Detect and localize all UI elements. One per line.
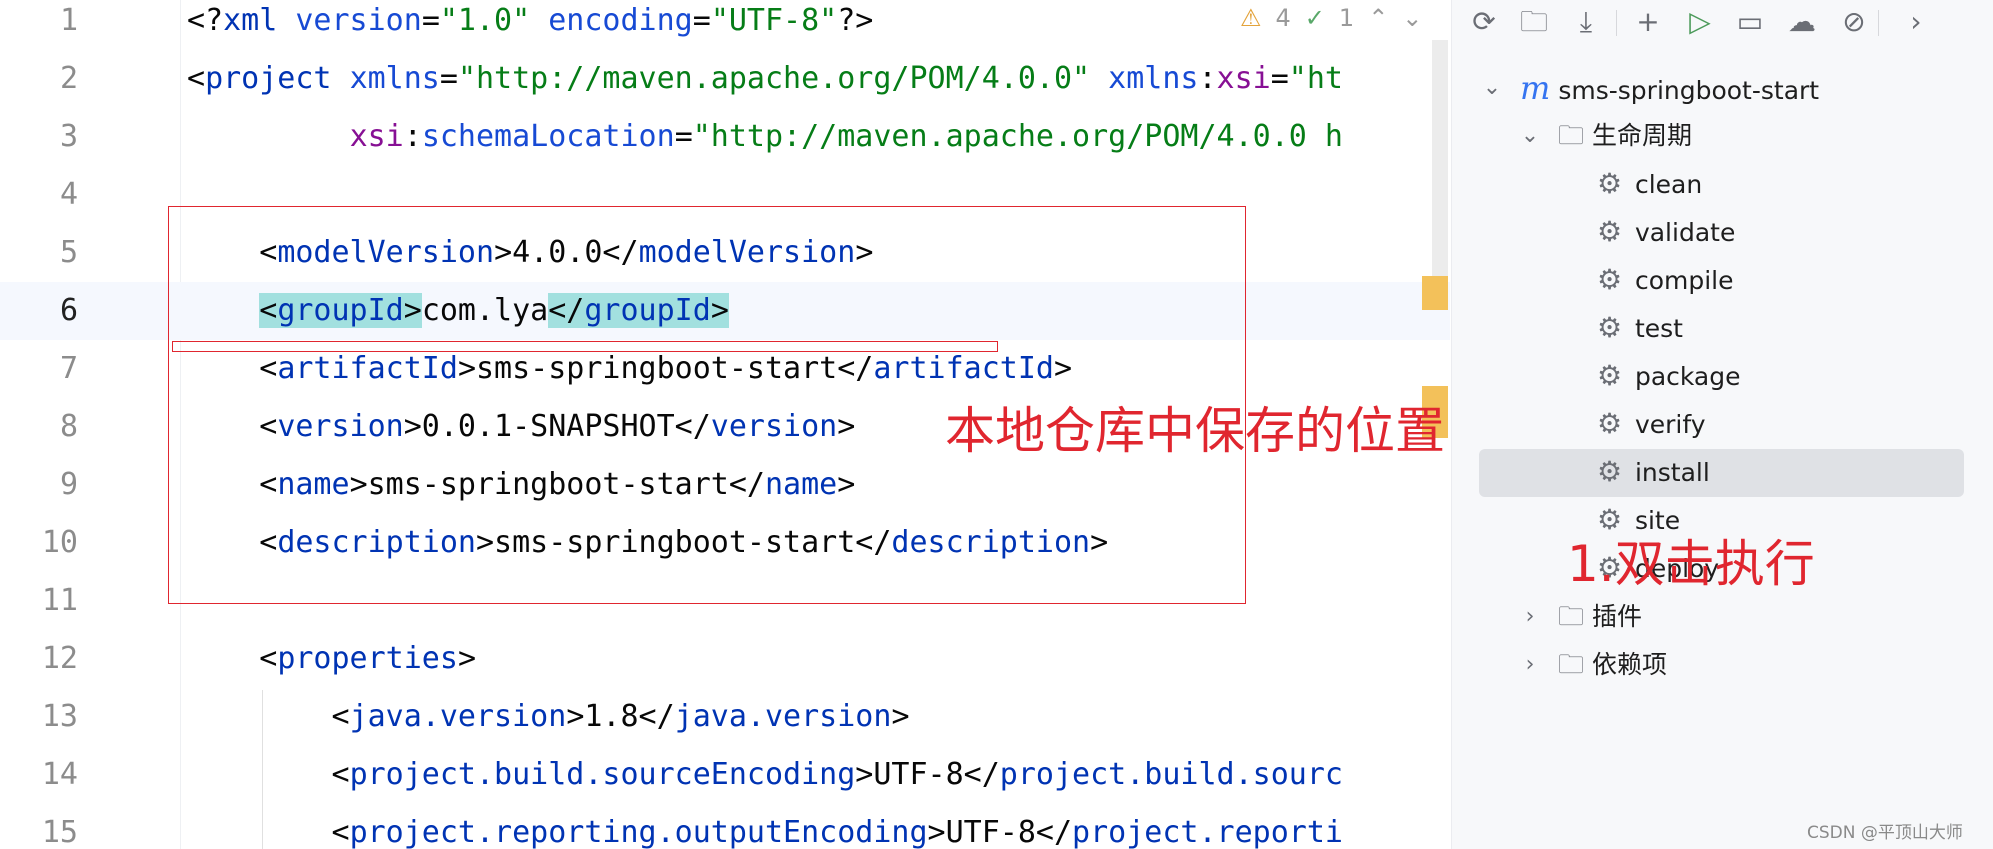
goal-compile[interactable]: ⚙ compile [1597,258,1733,302]
code-line[interactable]: 2 <project xmlns="http://maven.apache.org… [0,50,1450,108]
inspection-widget[interactable]: ⚠ 4 ✓ 1 ⌃ ⌄ [1240,0,1422,36]
goal-validate[interactable]: ⚙ validate [1597,210,1735,254]
goal-verify[interactable]: ⚙ verify [1597,402,1706,446]
add-icon[interactable]: + [1630,4,1666,40]
code-text: <?xml version="1.0" encoding="UTF-8"?> [187,3,874,38]
plugins-label: 插件 [1592,602,1643,631]
annotation-repo-location: 本地仓库中保存的位置 [945,402,1445,460]
chevron-right-icon[interactable]: › [1520,595,1540,639]
line-number: 10 [41,525,78,560]
code-line[interactable]: 14 <project.build.sourceEncoding>UTF-8</… [0,746,1450,804]
goal-test[interactable]: ⚙ test [1597,306,1683,350]
warning-marker[interactable] [1422,276,1448,310]
warning-count: 4 [1275,4,1291,32]
maven-icon: m [1520,69,1551,107]
code-text: xsi:schemaLocation="http://maven.apache.… [349,119,1343,154]
gear-icon: ⚙ [1597,455,1623,488]
generate-sources-icon[interactable]: 🗀 [1516,4,1552,40]
offline-mode-icon[interactable]: ☁ [1784,4,1820,40]
watermark: CSDN @平顶山大师 [1807,823,1963,843]
selected-row-highlight [1479,449,1964,497]
line-number: 5 [59,235,78,270]
line-number: 12 [41,641,78,676]
toolbar-separator [1878,10,1879,36]
line-number: 2 [59,61,78,96]
goal-label: compile [1627,266,1734,295]
reload-icon[interactable]: ⟳ [1466,4,1502,40]
execute-goal-icon[interactable]: ▭ [1732,4,1768,40]
annotation-double-click: 1.双击执行 [1567,535,1815,593]
goal-label: test [1627,314,1683,343]
warning-triangle-icon: ⚠ [1240,4,1262,32]
goal-install[interactable]: ⚙ install [1597,450,1710,494]
chevron-down-icon[interactable]: ⌄ [1520,114,1540,158]
goal-label: clean [1627,170,1703,199]
line-number: 11 [41,583,78,618]
gear-icon: ⚙ [1597,407,1623,440]
indent-guide [262,690,263,849]
maven-toolbar: ⟳ 🗀 ⤓ + ▷ ▭ ☁ ⊘ › [1452,0,1993,44]
code-text: <project xmlns="http://maven.apache.org/… [187,61,1343,96]
lifecycle-label: 生命周期 [1592,121,1693,150]
code-text: <project.build.sourceEncoding>UTF-8</pro… [187,757,1343,792]
previous-highlight-icon[interactable]: ⌃ [1368,4,1388,32]
line-number: 14 [41,757,78,792]
code-line[interactable]: 12 <properties> [0,630,1450,688]
gear-icon: ⚙ [1597,359,1623,392]
more-chevron-icon[interactable]: › [1898,4,1934,40]
maven-tool-window: ⟳ 🗀 ⤓ + ▷ ▭ ☁ ⊘ › ⌄ m sms-springboot-start ⌄ 🗀 生命周… [1451,0,1993,849]
double-check-icon: ✓ [1304,4,1325,32]
chevron-right-icon[interactable]: › [1520,643,1540,687]
line-number: 13 [41,699,78,734]
goal-label: validate [1627,218,1736,247]
code-line[interactable]: 15 <project.reporting.outputEncoding>UTF… [0,804,1450,849]
goal-clean[interactable]: ⚙ clean [1597,162,1702,206]
gear-icon: ⚙ [1597,311,1623,344]
line-number: 9 [59,467,78,502]
code-line[interactable]: 3 xsi:schemaLocation="http://maven.apach… [0,108,1450,166]
goal-label: package [1627,362,1741,391]
line-number: 1 [59,3,78,38]
goal-package[interactable]: ⚙ package [1597,354,1741,398]
editor-scrollbar[interactable] [1432,40,1448,280]
dependencies-folder-icon: 🗀 [1558,650,1585,680]
dependencies-label: 依赖项 [1592,650,1668,679]
gear-icon: ⚙ [1597,167,1623,200]
download-icon[interactable]: ⤓ [1568,4,1604,40]
goal-label: install [1627,458,1710,487]
skip-tests-icon[interactable]: ⊘ [1836,4,1872,40]
line-number: 6 [59,293,78,328]
weak-warning-count: 1 [1338,4,1355,32]
project-name: sms-springboot-start [1558,76,1820,105]
code-text: <properties> [187,641,476,676]
annotation-underline-box [172,341,998,352]
line-number: 15 [41,815,78,849]
chevron-down-icon[interactable]: ⌄ [1482,66,1502,110]
plugins-folder-icon: 🗀 [1558,602,1585,632]
code-text: <java.version>1.8</java.version> [187,699,910,734]
toolbar-separator [1616,10,1617,36]
goal-label: verify [1627,410,1706,439]
run-icon[interactable]: ▷ [1682,4,1718,40]
line-number: 7 [59,351,78,386]
gear-icon: ⚙ [1597,215,1623,248]
code-text: <project.reporting.outputEncoding>UTF-8<… [187,815,1343,849]
line-number: 8 [59,409,78,444]
lifecycle-folder-icon: 🗀 [1558,121,1585,151]
gear-icon: ⚙ [1597,263,1623,296]
code-line[interactable]: 1 <?xml version="1.0" encoding="UTF-8"?> [0,0,1450,50]
line-number: 4 [59,177,78,212]
next-highlight-icon[interactable]: ⌄ [1402,4,1422,32]
code-line[interactable]: 13 <java.version>1.8</java.version> [0,688,1450,746]
line-number: 3 [59,119,78,154]
